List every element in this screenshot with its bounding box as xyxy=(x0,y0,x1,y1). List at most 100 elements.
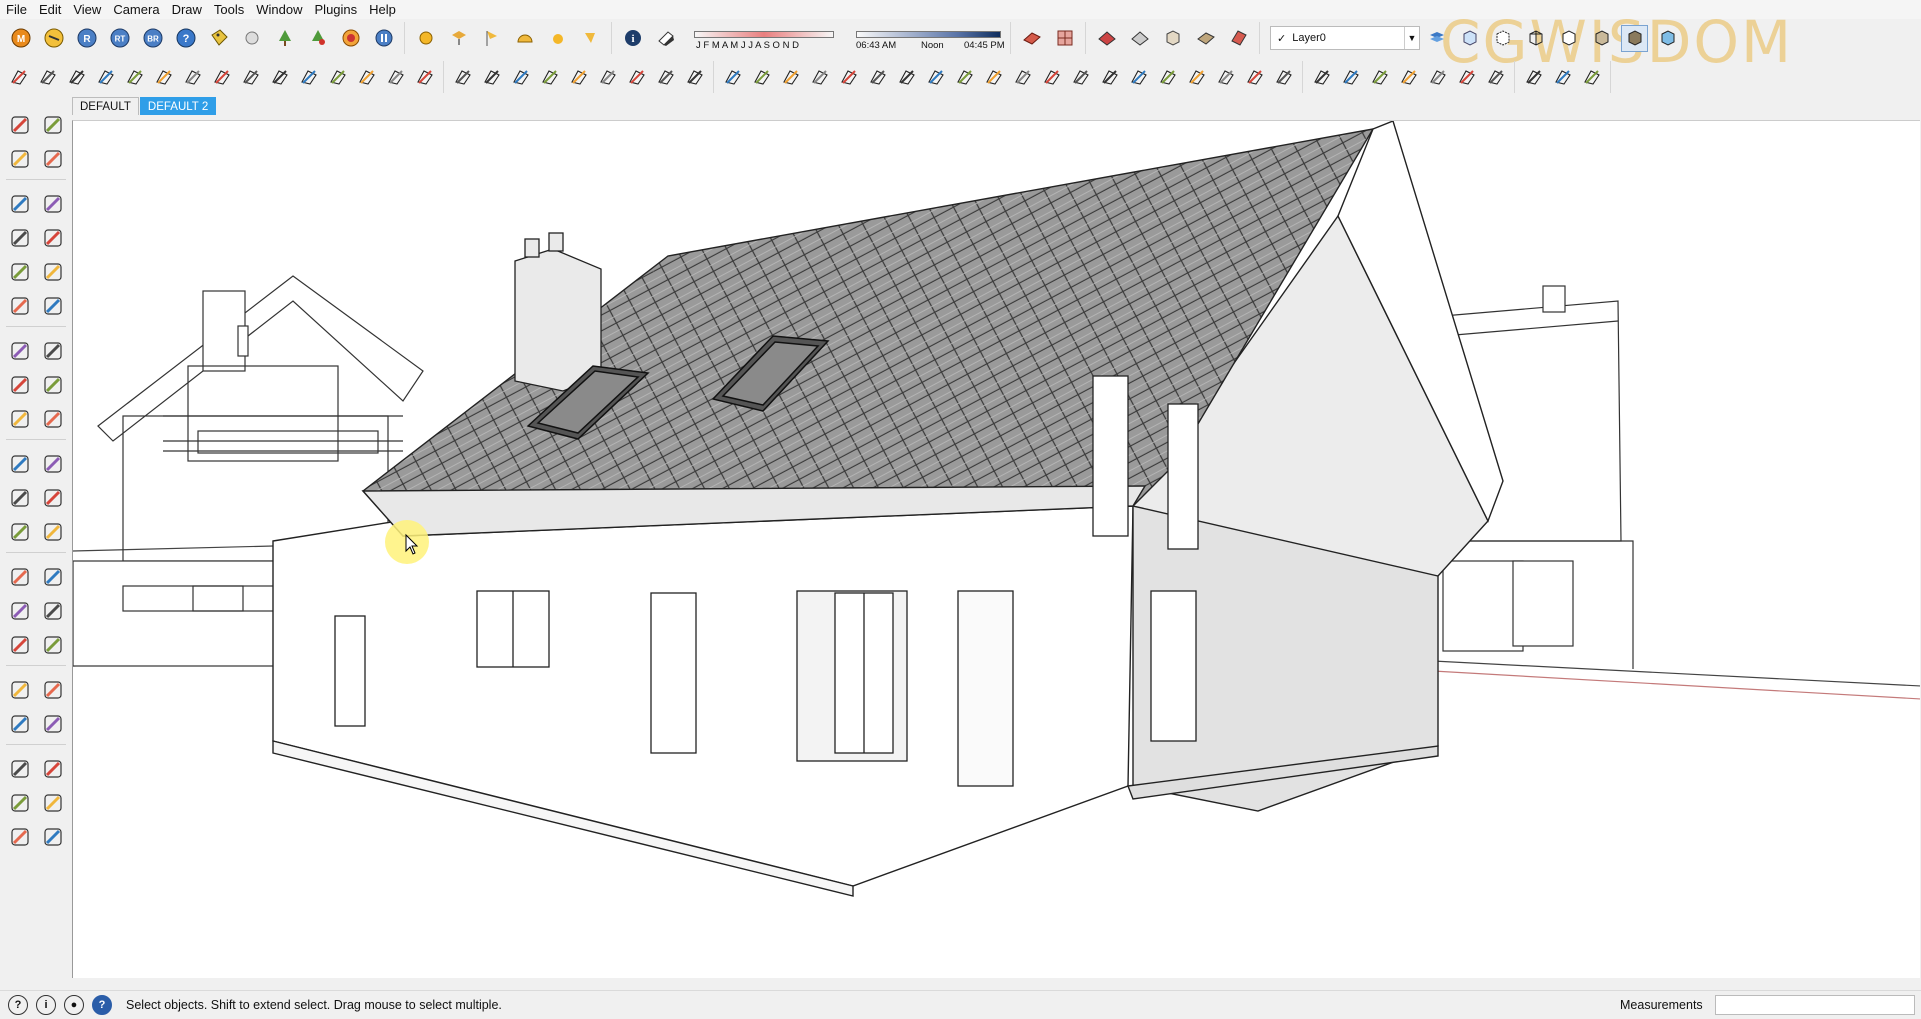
house-view-button[interactable] xyxy=(1126,25,1153,52)
extension-tool-button[interactable] xyxy=(682,64,707,91)
menu-edit[interactable]: Edit xyxy=(33,0,67,19)
zoom-extents-button[interactable] xyxy=(6,631,33,659)
menu-plugins[interactable]: Plugins xyxy=(309,0,364,19)
pie-button[interactable] xyxy=(6,292,33,320)
line-button[interactable] xyxy=(39,190,66,218)
extension-tool-button[interactable] xyxy=(981,64,1006,91)
scene-tab-default[interactable]: DEFAULT xyxy=(72,97,139,115)
extension-tool-button[interactable] xyxy=(1338,64,1363,91)
extension-tool-button[interactable] xyxy=(1550,64,1575,91)
extension-tool-button[interactable] xyxy=(1155,64,1180,91)
menu-help[interactable]: Help xyxy=(363,0,402,19)
extension-tool-button[interactable] xyxy=(383,64,408,91)
extension-tool-button[interactable] xyxy=(749,64,774,91)
extension-tool-button[interactable] xyxy=(653,64,678,91)
rotate-button[interactable] xyxy=(6,371,33,399)
dimension-button[interactable] xyxy=(6,518,33,546)
model-viewport[interactable] xyxy=(72,120,1920,978)
extension-tool-button[interactable] xyxy=(1097,64,1122,91)
layer-manager-button[interactable] xyxy=(1423,25,1450,52)
extension-tool-button[interactable] xyxy=(1126,64,1151,91)
extension-tool-button[interactable] xyxy=(1396,64,1421,91)
extension-tool-button[interactable] xyxy=(151,64,176,91)
extension-tool-button[interactable] xyxy=(624,64,649,91)
extension-tool-button[interactable] xyxy=(1521,64,1546,91)
measurements-input[interactable] xyxy=(1715,995,1915,1015)
menu-tools[interactable]: Tools xyxy=(208,0,250,19)
user-icon[interactable]: ● xyxy=(64,995,84,1015)
follow-me-button[interactable] xyxy=(39,371,66,399)
extension-tool-button[interactable] xyxy=(923,64,948,91)
look-around-button[interactable] xyxy=(39,676,66,704)
menu-draw[interactable]: Draw xyxy=(166,0,208,19)
extension-tool-button[interactable] xyxy=(807,64,832,91)
two-point-arc-button[interactable] xyxy=(39,292,66,320)
extension-tool-button[interactable] xyxy=(1454,64,1479,91)
extension-tool-button[interactable] xyxy=(1242,64,1267,91)
extension-tool-button[interactable] xyxy=(35,64,60,91)
extension-tool-button[interactable] xyxy=(296,64,321,91)
extension-tool-button[interactable] xyxy=(1184,64,1209,91)
chevron-down-icon[interactable]: ▼ xyxy=(1404,27,1419,49)
extension-tool-button[interactable] xyxy=(720,64,745,91)
extension-tool-button[interactable] xyxy=(952,64,977,91)
extension-tool-button[interactable] xyxy=(1213,64,1238,91)
polygon-button[interactable] xyxy=(6,258,33,286)
plugin-tree2-button[interactable] xyxy=(304,25,331,52)
light-dome-button[interactable] xyxy=(511,25,538,52)
pan-button[interactable] xyxy=(39,563,66,591)
extension-tool-button[interactable] xyxy=(865,64,890,91)
extension-tool-button[interactable] xyxy=(180,64,205,91)
text-button[interactable] xyxy=(39,450,66,478)
3d-text-button[interactable] xyxy=(39,518,66,546)
section-plane-button[interactable] xyxy=(39,710,66,738)
plugin-m-button[interactable]: M xyxy=(7,25,34,52)
extension-tool-button[interactable] xyxy=(1010,64,1035,91)
axes-button[interactable] xyxy=(39,484,66,512)
extension-tool-button[interactable] xyxy=(537,64,562,91)
extension-tool-button[interactable] xyxy=(836,64,861,91)
instructor-icon[interactable]: ? xyxy=(92,995,112,1015)
extension-tool-button[interactable] xyxy=(122,64,147,91)
month-slider[interactable] xyxy=(694,31,834,38)
orbit-button[interactable] xyxy=(6,563,33,591)
left-view-button[interactable] xyxy=(39,823,66,851)
plugin-help-button[interactable]: ? xyxy=(172,25,199,52)
extension-tool-button[interactable] xyxy=(508,64,533,91)
extension-tool-button[interactable] xyxy=(6,64,31,91)
circle-button[interactable] xyxy=(6,224,33,252)
extension-tool-button[interactable] xyxy=(595,64,620,91)
extension-tool-button[interactable] xyxy=(238,64,263,91)
extension-tool-button[interactable] xyxy=(93,64,118,91)
shadow-toggle-button[interactable] xyxy=(652,25,679,52)
iso-view-button[interactable] xyxy=(6,755,33,783)
extension-tool-button[interactable] xyxy=(894,64,919,91)
plugin-tree-button[interactable] xyxy=(271,25,298,52)
section-plane-top-button[interactable] xyxy=(1018,25,1045,52)
push-pull-button[interactable] xyxy=(39,337,66,365)
geo-location-icon[interactable]: ? xyxy=(8,995,28,1015)
shadow-settings-button[interactable]: i xyxy=(619,25,646,52)
section-cut-button[interactable] xyxy=(1051,25,1078,52)
scale-button[interactable] xyxy=(6,405,33,433)
time-slider[interactable] xyxy=(856,31,1001,38)
back-view-button[interactable] xyxy=(6,823,33,851)
rectangle-button[interactable] xyxy=(6,190,33,218)
scene-tab-default-2[interactable]: DEFAULT 2 xyxy=(139,97,217,115)
red-face-button[interactable] xyxy=(1225,25,1252,52)
top-view-button[interactable] xyxy=(6,789,33,817)
face-view-button[interactable] xyxy=(1192,25,1219,52)
extension-tool-button[interactable] xyxy=(1483,64,1508,91)
style-textured-button[interactable] xyxy=(1621,24,1648,52)
zoom-button[interactable] xyxy=(6,597,33,625)
right-view-button[interactable] xyxy=(39,789,66,817)
extension-tool-button[interactable] xyxy=(1579,64,1604,91)
light-spot-button[interactable] xyxy=(445,25,472,52)
position-camera-button[interactable] xyxy=(6,676,33,704)
protractor-button[interactable] xyxy=(6,484,33,512)
plugin-target-button[interactable] xyxy=(337,25,364,52)
style-hidden-line-button[interactable] xyxy=(1555,25,1582,52)
select-button[interactable] xyxy=(6,111,33,139)
extension-tool-button[interactable] xyxy=(267,64,292,91)
extension-tool-button[interactable] xyxy=(64,64,89,91)
